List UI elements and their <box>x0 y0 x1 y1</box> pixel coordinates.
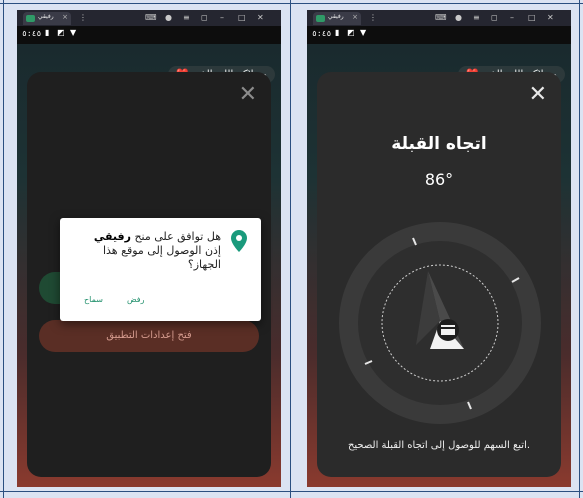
permission-text-post: إذن الوصول إلى موقع هذا الجهاز؟ <box>102 244 221 271</box>
record-icon[interactable]: ● <box>455 11 462 25</box>
signal-icon: ◩ <box>347 28 355 37</box>
emulator-title-bar: رفيقي × ⋮ ⌨ ● ≡ ◻ – □ ✕ <box>307 10 571 26</box>
close-icon[interactable]: ✕ <box>239 84 257 106</box>
frame-right <box>579 0 580 498</box>
battery-icon: ▮ <box>45 28 50 37</box>
qibla-compass <box>339 222 541 424</box>
maximize-icon[interactable]: □ <box>528 11 536 25</box>
close-window-icon[interactable]: ✕ <box>547 11 554 25</box>
record-icon[interactable]: ● <box>165 11 172 25</box>
qibla-degrees: 86° <box>424 170 454 189</box>
frame-mid <box>290 0 291 498</box>
frame-left <box>3 0 4 498</box>
tab-close-icon[interactable]: × <box>62 13 68 21</box>
deny-button[interactable]: رفض <box>127 295 145 304</box>
screenshot-icon[interactable]: ◻ <box>491 11 498 25</box>
permission-text-pre: هل توافق على منح <box>130 230 221 243</box>
tab-close-icon[interactable]: × <box>352 13 358 21</box>
app-tab-icon <box>26 15 35 22</box>
permission-message: هل توافق على منح رفيقي إذن الوصول إلى مو… <box>86 230 221 272</box>
wifi-icon: ▼ <box>70 28 77 37</box>
app-tab-title: رفيقي <box>328 13 344 20</box>
status-bar: ٥:٤٥ ▮ ◩ ▼ <box>17 26 281 44</box>
close-icon[interactable]: ✕ <box>529 84 547 106</box>
open-app-settings-button[interactable]: فتح إعدادات التطبيق <box>39 320 259 352</box>
location-permission-dialog: هل توافق على منح رفيقي إذن الوصول إلى مو… <box>60 218 261 321</box>
status-bar: ٥:٤٥ ▮ ◩ ▼ <box>307 26 571 44</box>
status-time: ٥:٤٥ <box>22 29 42 38</box>
signal-icon: ◩ <box>57 28 65 37</box>
allow-button[interactable]: سماح <box>84 295 103 304</box>
emulator-title-bar: رفيقي × ⋮ ⌨ ● ≡ ◻ – □ ✕ <box>17 10 281 26</box>
frame-top <box>0 3 583 4</box>
app-tab[interactable]: رفيقي × <box>313 12 361 25</box>
gamepad-icon[interactable]: ⌨ <box>145 11 157 25</box>
minimize-icon[interactable]: – <box>510 11 514 25</box>
hamburger-icon[interactable]: ≡ <box>473 11 480 25</box>
maximize-icon[interactable]: □ <box>238 11 246 25</box>
app-tab-title: رفيقي <box>38 13 54 20</box>
location-pin-icon <box>231 230 247 252</box>
close-window-icon[interactable]: ✕ <box>257 11 264 25</box>
app-tab[interactable]: رفيقي × <box>23 12 71 25</box>
qibla-hint: اتبع السهم للوصول إلى اتجاه القبلة الصحي… <box>347 440 531 451</box>
battery-icon: ▮ <box>335 28 340 37</box>
left-emulator: رفيقي × ⋮ ⌨ ● ≡ ◻ – □ ✕ ٥:٤٥ ▮ ◩ ▼ وسلاك… <box>17 10 281 487</box>
screenshot-icon[interactable]: ◻ <box>201 11 208 25</box>
status-time: ٥:٤٥ <box>312 29 332 38</box>
qibla-title: اتجاه القبلة <box>391 134 487 154</box>
wifi-icon: ▼ <box>360 28 367 37</box>
menu-dots-icon[interactable]: ⋮ <box>79 11 87 25</box>
permission-app-name: رفيقي <box>93 230 131 243</box>
minimize-icon[interactable]: – <box>220 11 224 25</box>
app-tab-icon <box>316 15 325 22</box>
hamburger-icon[interactable]: ≡ <box>183 11 190 25</box>
kaaba-icon <box>437 319 459 341</box>
menu-dots-icon[interactable]: ⋮ <box>369 11 377 25</box>
qibla-sheet: ✕ اتجاه القبلة 86° اتبع السهم للوصول إلى… <box>317 72 561 477</box>
gamepad-icon[interactable]: ⌨ <box>435 11 447 25</box>
right-emulator: رفيقي × ⋮ ⌨ ● ≡ ◻ – □ ✕ ٥:٤٥ ▮ ◩ ▼ وسلاك… <box>307 10 571 487</box>
frame-bottom <box>0 491 583 492</box>
